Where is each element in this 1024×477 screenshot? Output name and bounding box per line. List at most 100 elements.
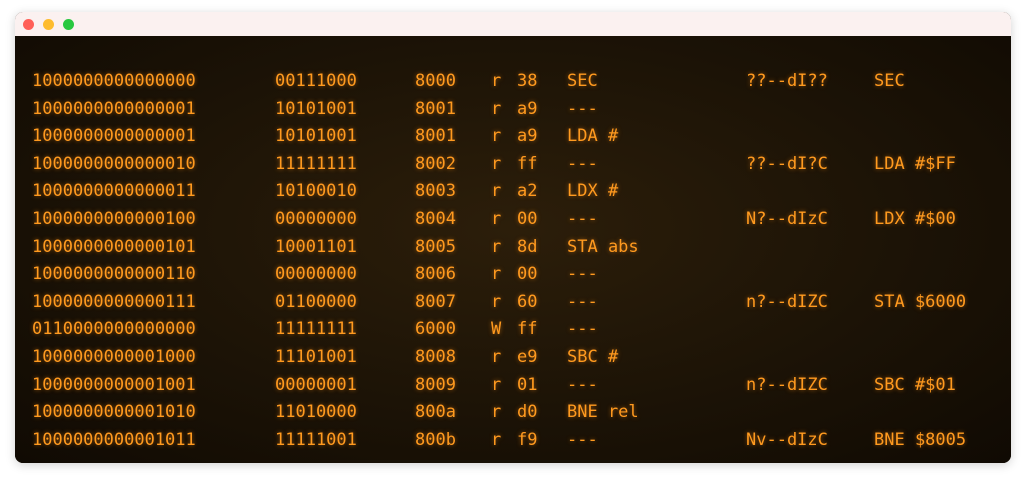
disassembly: STA $6000 xyxy=(874,291,967,312)
data-bits: 01100000 xyxy=(275,291,357,312)
status-flags: ??--dI?? xyxy=(746,71,828,91)
data-hex: ff xyxy=(517,153,538,174)
opcode: SEC xyxy=(567,71,598,91)
opcode: --- xyxy=(567,429,598,450)
trace-row: 1000000000001010 11010000 800a r d0 BNE rel xyxy=(32,399,1011,427)
data-hex: ff xyxy=(517,319,538,340)
read-write-flag: r xyxy=(491,429,502,450)
trace-row: 1000000000000111 01100000 8007 r 60 --- n?--dI… xyxy=(32,289,1011,317)
opcode: SBC # xyxy=(567,346,619,367)
data-bits: 00000001 xyxy=(275,374,357,395)
disassembly: BNE $8005 xyxy=(874,429,967,450)
read-write-flag: W xyxy=(491,319,502,340)
data-hex: 8d xyxy=(517,236,538,257)
data-bits: 11010000 xyxy=(275,402,357,423)
data-hex: d0 xyxy=(517,402,538,423)
data-bits: 11111111 xyxy=(275,153,357,174)
terminal-window: 1000000000000000 00111000 8000 r 38 SEC ??--dI… xyxy=(15,12,1011,463)
opcode: LDX # xyxy=(567,181,619,202)
trace-row: 1000000000000001 10101001 8001 r a9 --- xyxy=(32,96,1011,124)
trace-row: 1000000000000001 10101001 8001 r a9 LDA # xyxy=(32,123,1011,151)
opcode: --- xyxy=(567,208,598,229)
status-flags: n?--dIZC xyxy=(746,291,828,312)
address-hex: 8001 xyxy=(415,98,456,119)
data-hex: a9 xyxy=(517,126,538,147)
address-bits: 1000000000000010 xyxy=(32,153,196,174)
status-flags: ??--dI?C xyxy=(746,153,828,174)
address-hex: 6000 xyxy=(415,319,456,340)
address-hex: 8000 xyxy=(415,71,456,91)
status-flags: Nv--dIzC xyxy=(746,429,828,450)
data-bits: 11111111 xyxy=(275,319,357,340)
opcode: --- xyxy=(567,319,598,340)
opcode: STA abs xyxy=(567,236,639,257)
trace-row: 1000000000001001 00000001 8009 r 01 --- n?--dI… xyxy=(32,372,1011,400)
status-flags: n?--dIZC xyxy=(746,374,828,395)
address-bits: 1000000000001010 xyxy=(32,402,196,423)
data-bits: 11111001 xyxy=(275,429,357,450)
bus-trace-list: 1000000000000000 00111000 8000 r 38 SEC ??--dI… xyxy=(32,68,1011,454)
trace-row: 1000000000000101 10001101 8005 r 8d STA abs xyxy=(32,234,1011,262)
terminal-output[interactable]: 1000000000000000 00111000 8000 r 38 SEC ??--dI… xyxy=(15,36,1011,463)
address-bits: 1000000000000001 xyxy=(32,98,196,119)
disassembly: SBC #$01 xyxy=(874,374,956,395)
opcode: LDA # xyxy=(567,126,619,147)
data-bits: 00000000 xyxy=(275,264,357,285)
disassembly: LDA #$FF xyxy=(874,153,956,174)
address-hex: 8001 xyxy=(415,126,456,147)
trace-row: 1000000000000000 00111000 8000 r 38 SEC ??--dI… xyxy=(32,68,1011,96)
address-hex: 8003 xyxy=(415,181,456,202)
read-write-flag: r xyxy=(491,98,502,119)
opcode: --- xyxy=(567,374,598,395)
trace-row: 1000000000001011 11111001 800b r f9 --- Nv--dI… xyxy=(32,427,1011,455)
address-bits: 1000000000001000 xyxy=(32,346,196,367)
address-bits: 1000000000000110 xyxy=(32,264,196,285)
minimize-button[interactable] xyxy=(43,18,54,30)
read-write-flag: r xyxy=(491,264,502,285)
read-write-flag: r xyxy=(491,181,502,202)
address-hex: 8008 xyxy=(415,346,456,367)
address-hex: 8009 xyxy=(415,374,456,395)
read-write-flag: r xyxy=(491,374,502,395)
trace-row: 0110000000000000 11111111 6000 Wff --- xyxy=(32,316,1011,344)
data-bits: 10001101 xyxy=(275,236,357,257)
data-hex: 01 xyxy=(517,374,538,395)
trace-row: 1000000000000100 00000000 8004 r 00 --- N?--dI… xyxy=(32,206,1011,234)
title-bar xyxy=(15,12,1011,36)
address-hex: 800a xyxy=(415,402,456,423)
data-hex: a2 xyxy=(517,181,538,202)
trace-row: 1000000000000011 10100010 8003 r a2 LDX # xyxy=(32,178,1011,206)
trace-row: 1000000000000110 00000000 8006 r 00 --- xyxy=(32,261,1011,289)
read-write-flag: r xyxy=(491,71,502,91)
trace-row: 1000000000001000 11101001 8008 r e9 SBC # xyxy=(32,344,1011,372)
read-write-flag: r xyxy=(491,126,502,147)
close-button[interactable] xyxy=(23,18,34,30)
data-hex: 60 xyxy=(517,291,538,312)
address-hex: 8007 xyxy=(415,291,456,312)
read-write-flag: r xyxy=(491,291,502,312)
data-hex: e9 xyxy=(517,346,538,367)
data-bits: 10101001 xyxy=(275,126,357,147)
address-bits: 1000000000000111 xyxy=(32,291,196,312)
address-bits: 1000000000000101 xyxy=(32,236,196,257)
address-hex: 8002 xyxy=(415,153,456,174)
address-hex: 800b xyxy=(415,429,456,450)
data-bits: 00111000 xyxy=(275,71,357,91)
address-bits: 0110000000000000 xyxy=(32,319,196,340)
opcode: --- xyxy=(567,264,598,285)
data-hex: 00 xyxy=(517,208,538,229)
opcode: --- xyxy=(567,153,598,174)
address-bits: 1000000000001011 xyxy=(32,429,196,450)
opcode: --- xyxy=(567,291,598,312)
read-write-flag: r xyxy=(491,208,502,229)
status-flags: N?--dIzC xyxy=(746,208,828,229)
data-bits: 11101001 xyxy=(275,346,357,367)
data-hex: 38 xyxy=(517,71,538,91)
address-bits: 1000000000000000 xyxy=(32,71,196,91)
maximize-button[interactable] xyxy=(63,18,74,30)
read-write-flag: r xyxy=(491,236,502,257)
read-write-flag: r xyxy=(491,402,502,423)
read-write-flag: r xyxy=(491,153,502,174)
address-bits: 1000000000000001 xyxy=(32,126,196,147)
read-write-flag: r xyxy=(491,346,502,367)
